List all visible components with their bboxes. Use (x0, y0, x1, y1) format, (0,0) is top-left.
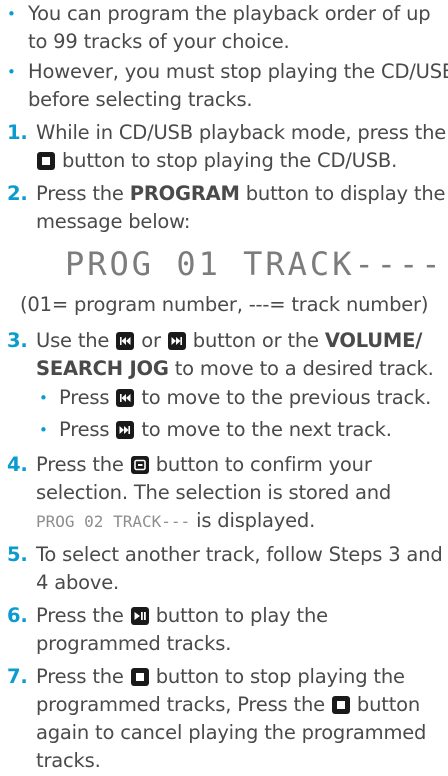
display-message-row: PROG 01 TRACK---- (0, 244, 448, 284)
volume-keyword: VOLUME/ (324, 329, 423, 352)
step-number: 4. (7, 453, 28, 476)
enter-icon (130, 456, 149, 474)
step-7-text-a: Press the (36, 665, 130, 688)
step-7-text-d: button (350, 693, 421, 716)
step-4-line-1: Press the button to confirm your (36, 451, 372, 480)
step-number: 6. (7, 604, 28, 627)
step-number: 3. (7, 329, 28, 352)
step-6-text-b: button to play the (149, 604, 328, 627)
step-number: 2. (7, 182, 28, 205)
step-4-text-c: is displayed. (190, 509, 316, 532)
stop-icon (37, 152, 55, 170)
step-number: 7. (7, 665, 28, 688)
intro-2-line-1: However, you must stop playing the CD/US… (28, 60, 448, 83)
step-2-line-2: message below: (36, 210, 191, 233)
bullet-marker: • (7, 63, 16, 81)
display-message-inline: PROG 02 TRACK--- (36, 512, 191, 531)
step-7-line-1: Press the button to stop playing the (36, 663, 405, 692)
step-7-line-3: again to cancel playing the programmed (36, 721, 427, 744)
step-4-text-b: button to confirm your (149, 453, 372, 476)
bullet-marker: • (39, 389, 48, 407)
play-pause-icon (130, 607, 149, 625)
step-1-line-2: button to stop playing the CD/USB. (62, 149, 398, 172)
step-7-line-4: tracks. (36, 749, 101, 772)
step-4-line-2: selection. The selection is stored and (36, 481, 392, 504)
step-5-line-1: To select another track, follow Steps 3 … (36, 543, 443, 566)
step-4-line-3: PROG 02 TRACK--- is displayed. (36, 507, 315, 537)
bullet-marker: • (39, 421, 48, 439)
next-icon (116, 421, 135, 439)
step-7-text-c: programmed tracks, Press the (36, 693, 331, 716)
step-3-sub-2-text: Press to move to the next track. (59, 416, 392, 445)
intro-1-line-2: to 99 tracks of your choice. (28, 30, 290, 53)
stop-icon (130, 668, 149, 686)
step-number: 5. (7, 543, 28, 566)
step-4-text-a: Press the (36, 453, 130, 476)
step-number: 1. (7, 121, 28, 144)
step-7-text-b: button to stop playing the (149, 665, 405, 688)
step-3-text-b: or (135, 329, 167, 352)
display-message: PROG 01 TRACK---- (65, 245, 444, 283)
step-3-line-1: Use the or button or the VOLUME/ (36, 327, 422, 356)
next-icon (167, 332, 186, 350)
sub-2-text-a: Press (59, 418, 116, 441)
step-5-line-2: 4 above. (36, 571, 119, 594)
step-6-text-a: Press the (36, 604, 130, 627)
step-1-line-1: While in CD/USB playback mode, press the (36, 121, 447, 144)
step-3-text-a: Use the (36, 329, 116, 352)
step-3-line-2: SEARCH JOG to move to a desired track. (36, 355, 434, 384)
step-1-line-2-wrap: button to stop playing the CD/USB. (36, 147, 397, 176)
manual-page: • You can program the playback order of … (0, 0, 448, 772)
step-3-text-c: button or the (186, 329, 325, 352)
step-2-line-1: Press the PROGRAM button to display the (36, 180, 445, 209)
previous-icon (116, 332, 135, 350)
intro-2-line-2: before selecting tracks. (28, 88, 253, 111)
previous-icon (116, 389, 135, 407)
step-2-text-a: Press the (36, 182, 130, 205)
step-3-sub-1-text: Press to move to the previous track. (59, 384, 431, 413)
sub-1-text-a: Press (59, 386, 116, 409)
step-6-line-1: Press the button to play the (36, 602, 328, 631)
intro-1-line-1: You can program the playback order of up (28, 2, 431, 25)
display-legend: (01= program number, ---= track number) (20, 293, 429, 316)
step-7-line-2: programmed tracks, Press the button (36, 691, 420, 720)
sub-2-text-b: to move to the next track. (135, 418, 392, 441)
search-jog-keyword: SEARCH JOG (36, 357, 169, 380)
program-keyword: PROGRAM (129, 182, 240, 205)
stop-icon (331, 696, 350, 714)
step-2-text-c: button to display the (239, 182, 446, 205)
bullet-marker: • (7, 5, 16, 23)
step-6-line-2: programmed tracks. (36, 632, 232, 655)
sub-1-text-b: to move to the previous track. (135, 386, 432, 409)
step-3-text-d: to move to a desired track. (168, 357, 434, 380)
